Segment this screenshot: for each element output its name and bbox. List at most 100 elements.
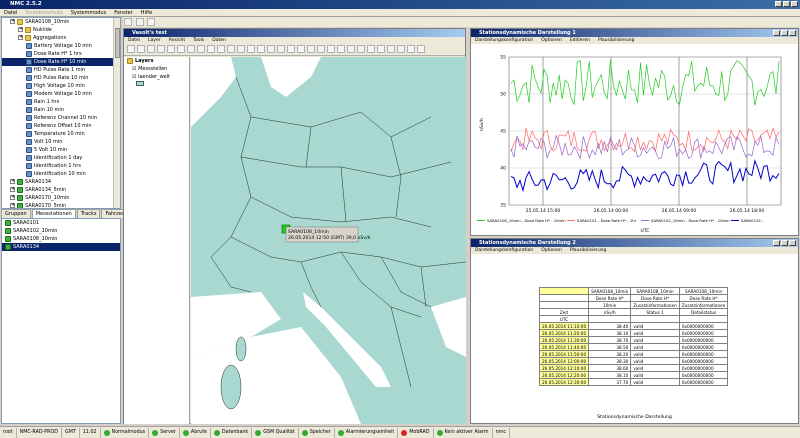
tree-item[interactable]: HD Pulse Rate 1 min <box>2 66 120 74</box>
map-tool-icon[interactable] <box>297 45 305 53</box>
map-tool-icon[interactable] <box>257 45 265 53</box>
layer-messstellen[interactable]: ☑ Messstellen <box>124 65 189 73</box>
menu-item[interactable]: Daten <box>208 37 230 44</box>
map-tool-icon[interactable] <box>277 45 285 53</box>
menu-item[interactable]: Datei <box>124 37 144 44</box>
scrollbar-thumb[interactable] <box>115 28 120 58</box>
menu-strahlenschutz[interactable]: Strahlenschutz <box>21 9 66 16</box>
menu-item[interactable]: Optionen <box>537 247 566 254</box>
menu-item[interactable]: Layer <box>144 37 165 44</box>
map-tool-icon[interactable] <box>157 45 165 53</box>
map-tool-icon[interactable] <box>337 45 345 53</box>
close-icon[interactable] <box>791 1 798 7</box>
menu-item[interactable]: Tools <box>189 37 208 44</box>
tree-item[interactable]: HD Pulse Rate 10 min <box>2 74 120 82</box>
menu-hilfe[interactable]: Hilfe <box>137 9 156 16</box>
expand-icon[interactable]: + <box>18 27 23 32</box>
menu-systemmodus[interactable]: Systemmodus <box>67 9 111 16</box>
map-tool-icon[interactable] <box>197 45 205 53</box>
map-tool-icon[interactable] <box>307 45 315 53</box>
tree-scrollbar[interactable] <box>113 18 120 208</box>
map-tool-icon[interactable] <box>417 45 425 53</box>
expand-icon[interactable]: + <box>10 195 15 200</box>
expand-icon[interactable]: + <box>10 203 15 208</box>
tools-icon[interactable] <box>147 18 156 26</box>
map-tool-icon[interactable] <box>147 45 155 53</box>
map-tool-icon[interactable] <box>247 45 255 53</box>
map-tool-icon[interactable] <box>327 45 335 53</box>
menu-item[interactable]: Editieren <box>566 37 594 44</box>
tab-messstationen[interactable]: Messstationen <box>31 209 76 218</box>
tree-item[interactable]: Modem Voltage 10 min <box>2 90 120 98</box>
tree-item[interactable]: + SARA0108_10min <box>2 18 120 26</box>
new-window-icon[interactable] <box>124 18 132 26</box>
table-row[interactable]: 26.05.2014 11:30:00 38.70 valid 0x000000000… <box>538 336 729 344</box>
menu-datei[interactable]: Datei <box>0 9 21 16</box>
tree-item[interactable]: Dose Rate H* 10 min <box>2 58 120 66</box>
menu-item[interactable]: Ansicht <box>165 37 190 44</box>
table-maximize-icon[interactable] <box>781 240 788 246</box>
station-item[interactable]: SARA0101 <box>2 219 120 227</box>
layers-root[interactable]: Layers <box>124 57 189 65</box>
map-tool-icon[interactable] <box>387 45 395 53</box>
table-row[interactable]: 26.05.2014 12:10:00 38.60 valid 0x000000000… <box>538 364 729 372</box>
tab-tracks[interactable]: Tracks <box>76 209 101 218</box>
table-row[interactable]: 26.05.2014 11:50:00 38.20 valid 0x000000000… <box>538 350 729 358</box>
tree-item[interactable]: High Voltage 10 min <box>2 82 120 90</box>
map-tool-icon[interactable] <box>377 45 385 53</box>
map-tool-icon[interactable] <box>217 45 225 53</box>
map-tool-icon[interactable] <box>397 45 405 53</box>
tree-item[interactable]: + SARA0134 <box>2 178 120 186</box>
tree-item[interactable]: 5 Volt 10 min <box>2 146 120 154</box>
menu-item[interactable]: Darstellungskonfiguration <box>471 247 537 254</box>
map-tool-icon[interactable] <box>177 45 185 53</box>
map-canvas[interactable]: SARA0108_10min 26.05.2014 12:50 (GMT) 39… <box>191 57 466 424</box>
tree-item[interactable]: Battery Voltage 10 min <box>2 42 120 50</box>
tree-item[interactable]: Rain 1 hrs <box>2 98 120 106</box>
minimize-icon[interactable] <box>775 1 782 7</box>
table-row[interactable]: 26.05.2014 11:10:00 38.40 valid 0x000000000… <box>538 322 729 330</box>
tree-item[interactable]: + SARA0134_5min <box>2 186 120 194</box>
tree-item[interactable]: Volt 10 min <box>2 138 120 146</box>
map-tool-icon[interactable] <box>287 45 295 53</box>
tree-item[interactable]: Referenz Channel 10 min <box>2 114 120 122</box>
map-tool-icon[interactable] <box>127 45 135 53</box>
expand-icon[interactable]: + <box>10 187 15 192</box>
map-tool-icon[interactable] <box>137 45 145 53</box>
station-item[interactable]: SARA0102_10min <box>2 227 120 235</box>
menu-item[interactable]: Plausibilisierung <box>594 37 639 44</box>
map-tool-icon[interactable] <box>317 45 325 53</box>
tree-item[interactable]: + Nuklide <box>2 26 120 34</box>
menu-item[interactable]: Optionen <box>537 37 566 44</box>
tree-item[interactable]: Dose Rate H* 1 hrs <box>2 50 120 58</box>
map-tool-icon[interactable] <box>207 45 215 53</box>
open-icon[interactable] <box>135 18 144 26</box>
layer-laender[interactable]: ☑ laender_welt <box>124 73 189 81</box>
map-tool-icon[interactable] <box>167 45 175 53</box>
station-item[interactable]: SARA0108_10min <box>2 235 120 243</box>
expand-icon[interactable]: + <box>10 179 15 184</box>
chart-close-icon[interactable] <box>789 30 796 36</box>
chart-minimize-icon[interactable] <box>773 30 780 36</box>
tree-item[interactable]: Identification 10 min <box>2 170 120 178</box>
chart-maximize-icon[interactable] <box>781 30 788 36</box>
expand-icon[interactable]: + <box>10 19 15 24</box>
map-tool-icon[interactable] <box>267 45 275 53</box>
tree-item[interactable]: Rain 10 min <box>2 106 120 114</box>
map-tool-icon[interactable] <box>227 45 235 53</box>
table-close-icon[interactable] <box>789 240 796 246</box>
table-row[interactable]: 26.05.2014 12:00:00 38.30 valid 0x000000000… <box>538 357 729 365</box>
map-tool-icon[interactable] <box>407 45 415 53</box>
table-row[interactable]: 26.05.2014 12:20:00 38.10 valid 0x000000000… <box>538 371 729 379</box>
tree-item[interactable]: Identification 1 day <box>2 154 120 162</box>
station-item[interactable]: SARA0134 <box>2 243 120 251</box>
table-row[interactable]: 26.05.2014 12:30:00 37.70 valid 0x000000000… <box>538 378 729 386</box>
menu-fenster[interactable]: Fenster <box>110 9 137 16</box>
tree-item[interactable]: + SARA0170_10min <box>2 194 120 202</box>
tree-item[interactable]: Identification 1 hrs <box>2 162 120 170</box>
map-tool-icon[interactable] <box>237 45 245 53</box>
map-tool-icon[interactable] <box>357 45 365 53</box>
map-tool-icon[interactable] <box>187 45 195 53</box>
map-tool-icon[interactable] <box>347 45 355 53</box>
table-row[interactable]: 26.05.2014 11:40:00 38.50 valid 0x000000000… <box>538 343 729 351</box>
